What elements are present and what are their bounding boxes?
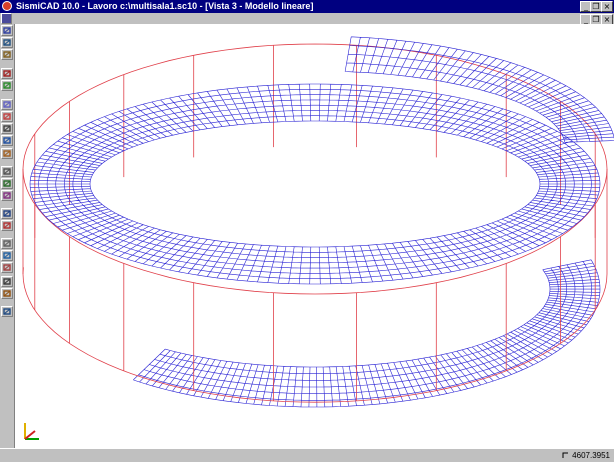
status-bar: 4607.3951 [0,448,614,462]
window-title: SismiCAD 10.0 - Lavoro c:\multisala1.sc1… [16,1,314,11]
layer-icon[interactable] [1,49,13,60]
close-button[interactable]: × [601,1,613,12]
close-mesh-icon[interactable] [1,262,13,273]
binoculars-icon[interactable] [1,123,13,134]
structural-model-view[interactable] [15,24,614,448]
palette-icon[interactable] [1,99,13,110]
tools-icon[interactable] [1,68,13,79]
pen-icon[interactable] [1,80,13,91]
book-icon[interactable] [1,306,13,317]
stack-icon[interactable] [1,190,13,201]
xyz-axis-icon [24,423,39,440]
box-icon[interactable] [1,250,13,261]
spring-icon[interactable] [1,288,13,299]
upper-floor-slab [29,36,614,285]
title-bar: SismiCAD 10.0 - Lavoro c:\multisala1.sc1… [0,0,614,13]
zoom-icon[interactable] [1,135,13,146]
shell-icon[interactable] [1,238,13,249]
left-toolbar [0,24,14,448]
node-icon[interactable] [1,178,13,189]
menu-bar: _ ❐ × [0,13,614,25]
cursor-coords-icon [562,452,569,458]
measure-icon[interactable] [1,166,13,177]
app-icon[interactable] [2,1,12,11]
new-icon[interactable] [1,37,13,48]
frame-icon[interactable] [1,208,13,219]
grid-icon[interactable] [1,25,13,36]
system-menu-icon[interactable] [1,13,12,24]
rotate-icon[interactable] [1,148,13,159]
coordinates-readout: 4607.3951 [562,450,610,461]
lower-floor-slab [133,259,601,408]
run-icon[interactable] [1,111,13,122]
window-icon[interactable] [1,276,13,287]
model-viewport[interactable] [14,24,614,448]
wall-icon[interactable] [1,220,13,231]
